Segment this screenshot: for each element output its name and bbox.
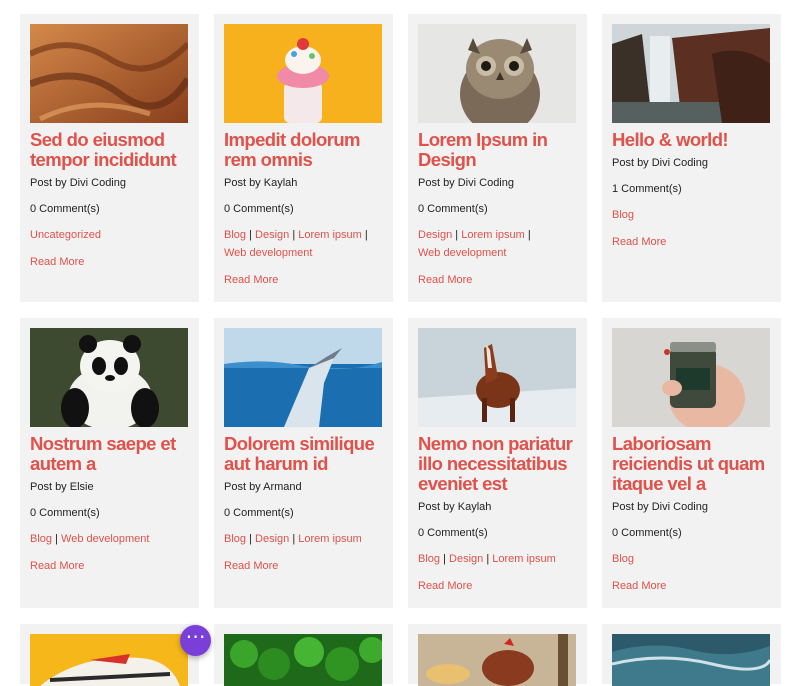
category-link[interactable]: Design [449,553,483,565]
read-more-link[interactable]: Read More [418,273,472,287]
category-link[interactable]: Uncategorized [30,229,101,241]
category-link[interactable]: Design [418,229,452,241]
read-more-link[interactable]: Read More [418,579,472,593]
post-categories: Blog | Design | Lorem ipsum [418,553,556,565]
read-more-link[interactable]: Read More [612,235,666,249]
post-title[interactable]: Laboriosam reiciendis ut quam itaque vel… [612,434,772,494]
category-link[interactable]: Blog [612,553,634,565]
post-comments: 0 Comment(s) [30,203,100,215]
post-card: Sed do eiusmod tempor incididunt Post by… [20,14,199,302]
post-card: Laboriosam reiciendis ut quam itaque vel… [602,318,781,608]
category-link[interactable]: Lorem ipsum [492,553,556,565]
post-comments: 0 Comment(s) [418,527,488,539]
more-dots-icon: ⋯ [185,626,206,648]
category-link[interactable]: Blog [418,553,440,565]
post-thumbnail[interactable] [30,328,188,427]
post-thumbnail[interactable] [224,328,382,427]
post-title[interactable]: Lorem Ipsum in Design [418,130,578,170]
post-author: Post by Divi Coding [612,501,708,513]
post-author: Post by Divi Coding [418,177,514,189]
post-author: Post by Kaylah [418,501,492,513]
read-more-link[interactable]: Read More [612,579,666,593]
post-comments: 0 Comment(s) [224,203,294,215]
post-comments: 0 Comment(s) [224,507,294,519]
post-categories: Uncategorized [30,226,190,244]
post-author: Post by Elsie [30,481,94,493]
post-card: Dolorem similique aut harum id Post by A… [214,318,393,608]
post-thumbnail[interactable] [30,634,188,686]
category-link[interactable]: Lorem ipsum [461,229,525,241]
post-categories: Blog [612,206,772,224]
post-author: Post by Divi Coding [30,177,126,189]
post-thumbnail[interactable] [30,24,188,123]
post-card: Nostrum saepe et autem a Post by Elsie 0… [20,318,199,608]
post-thumbnail[interactable] [612,634,770,686]
post-categories: Blog [612,550,772,568]
category-link[interactable]: Blog [224,533,246,545]
post-card [408,624,587,686]
post-card: Hello & world! Post by Divi Coding 1 Com… [602,14,781,302]
post-comments: 1 Comment(s) [612,183,682,195]
read-more-link[interactable]: Read More [30,255,84,269]
category-link[interactable]: Web development [224,247,312,259]
read-more-link[interactable]: Read More [224,273,278,287]
post-title[interactable]: Dolorem similique aut harum id [224,434,384,474]
post-comments: 0 Comment(s) [30,507,100,519]
post-author: Post by Armand [224,481,302,493]
post-thumbnail[interactable] [418,328,576,427]
more-options-button[interactable]: ⋯ [180,625,211,656]
post-categories: Blog | Design | Lorem ipsum | Web develop… [224,229,368,259]
post-comments: 0 Comment(s) [612,527,682,539]
category-link[interactable]: Design [255,229,289,241]
post-categories: Blog | Web development [30,533,150,545]
post-card [214,624,393,686]
post-card: Lorem Ipsum in Design Post by Divi Codin… [408,14,587,302]
post-card: Nemo non pariatur illo necessitatibus ev… [408,318,587,608]
read-more-link[interactable]: Read More [224,559,278,573]
post-title[interactable]: Nemo non pariatur illo necessitatibus ev… [418,434,578,494]
post-comments: 0 Comment(s) [418,203,488,215]
category-link[interactable]: Lorem ipsum [298,229,362,241]
category-link[interactable]: Blog [30,533,52,545]
category-link[interactable]: Web development [61,533,149,545]
post-thumbnail[interactable] [224,634,382,686]
post-author: Post by Divi Coding [612,157,708,169]
post-thumbnail[interactable] [418,634,576,686]
category-link[interactable]: Design [255,533,289,545]
post-thumbnail[interactable] [612,328,770,427]
post-title[interactable]: Hello & world! [612,130,772,150]
category-link[interactable]: Blog [224,229,246,241]
post-title[interactable]: Nostrum saepe et autem a [30,434,190,474]
post-categories: Blog | Design | Lorem ipsum [224,533,362,545]
read-more-link[interactable]: Read More [30,559,84,573]
post-categories: Design | Lorem ipsum | Web development [418,229,531,259]
post-thumbnail[interactable] [224,24,382,123]
post-card: Impedit dolorum rem omnis Post by Kaylah… [214,14,393,302]
post-title[interactable]: Impedit dolorum rem omnis [224,130,384,170]
post-card [20,624,199,686]
category-link[interactable]: Lorem ipsum [298,533,362,545]
post-author: Post by Kaylah [224,177,298,189]
post-thumbnail[interactable] [418,24,576,123]
post-card [602,624,781,686]
post-thumbnail[interactable] [612,24,770,123]
post-title[interactable]: Sed do eiusmod tempor incididunt [30,130,190,170]
category-link[interactable]: Blog [612,209,634,221]
category-link[interactable]: Web development [418,247,506,259]
